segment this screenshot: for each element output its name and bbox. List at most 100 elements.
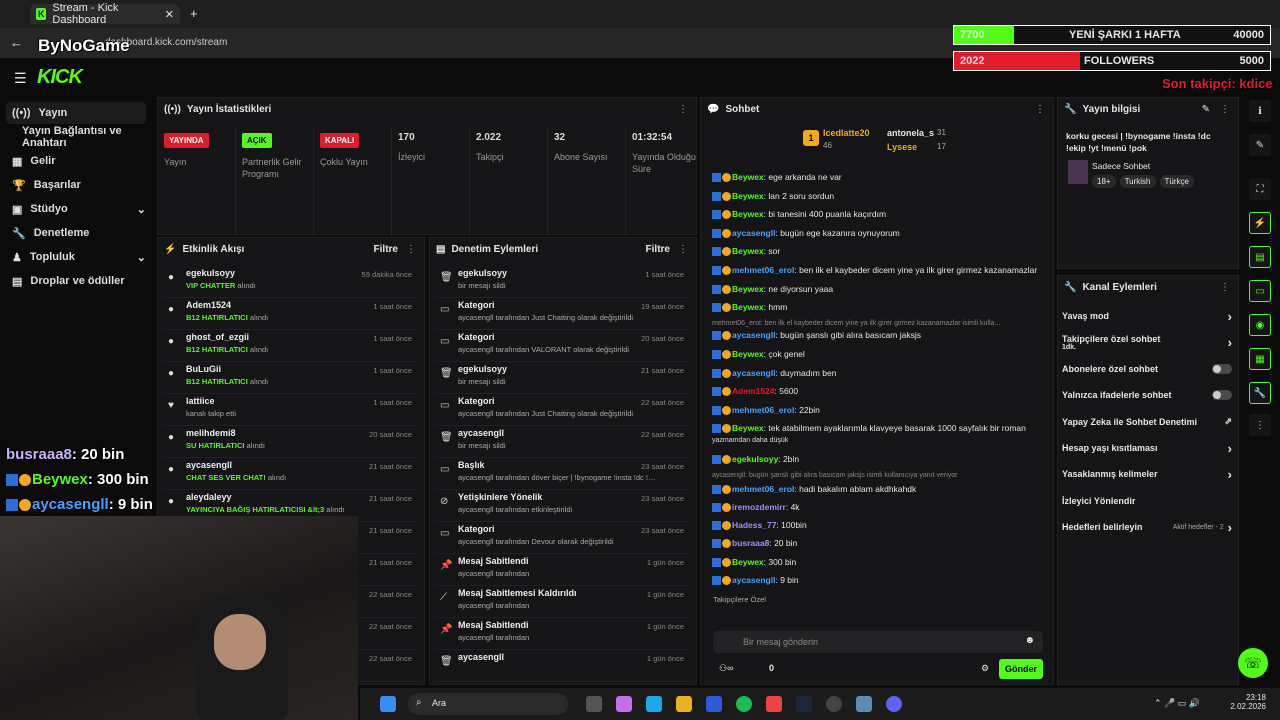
more-rail-icon[interactable]: ⋮ [1249, 414, 1271, 436]
channel-action-row[interactable]: Abonelere özel sohbet [1062, 359, 1232, 379]
chrome-icon[interactable] [766, 696, 782, 712]
focus-icon[interactable]: ⛶ [1249, 178, 1271, 200]
channel-action-row[interactable]: Yalnızca ifadelerle sohbet [1062, 385, 1232, 405]
chat-username[interactable]: Beywex [732, 557, 764, 567]
filter-button[interactable]: Filtre [646, 244, 670, 255]
more-icon[interactable]: ⋮ [1035, 104, 1045, 115]
category-name: Sadece Sohbet [1092, 161, 1151, 171]
sidebar-item-droplar[interactable]: ▤ Droplar ve ödüller [6, 270, 146, 292]
sidebar-item-basarilar[interactable]: 🏆 Başarılar [6, 174, 146, 196]
more-icon[interactable]: ⋮ [678, 244, 688, 255]
chat-username[interactable]: mehmet06_erol [732, 405, 794, 415]
channel-action-row[interactable]: Yapay Zeka ile Sohbet Denetimi ⇗ [1062, 412, 1232, 432]
chat-message: Beywex: lan 2 soru sordun [712, 191, 834, 202]
channel-action-row[interactable]: Hedefleri belirleyin Aktif hedefler - 2 › [1062, 517, 1232, 537]
discord-icon[interactable] [886, 696, 902, 712]
notes-rail-icon[interactable]: ▤ [1249, 246, 1271, 268]
lightning-rail-icon[interactable]: ⚡ [1249, 212, 1271, 234]
panel-title: Kanal Eylemleri [1082, 282, 1157, 293]
chat-username[interactable]: Beywex [732, 284, 764, 294]
chat-username[interactable]: mehmet06_erol [732, 265, 794, 275]
taskbar-search[interactable]: ⌕ Ara [408, 693, 568, 715]
sidebar-item-stream-key[interactable]: Yayın Bağlantısı ve Anahtarı [6, 125, 146, 149]
channel-action-row[interactable]: Takipçilere özel sohbet 1dk. › [1062, 332, 1232, 352]
settings-icon[interactable]: ⚙ [981, 663, 989, 674]
goal-2-label: FOLLOWERS [1084, 55, 1155, 67]
back-icon[interactable]: ← [10, 35, 23, 50]
info-icon[interactable]: ℹ [1249, 100, 1271, 122]
channel-action-row[interactable]: Yasaklanmış kelimeler › [1062, 464, 1232, 484]
more-icon[interactable]: ⋮ [1220, 282, 1230, 293]
chat-username[interactable]: aycasengll [732, 575, 775, 585]
channel-action-row[interactable]: Hesap yaşı kısıtlaması › [1062, 438, 1232, 458]
moderation-rail-icon[interactable]: ▦ [1249, 348, 1271, 370]
sidebar-item-denetleme[interactable]: 🔧 Denetleme [6, 222, 146, 244]
moderation-row: ▭ Başlık aycasengll tarafından döver biçer… [436, 458, 688, 490]
chat-username[interactable]: mehmet06_erol [732, 484, 794, 494]
browser-tab-bar: K Stream - Kick Dashboard ✕ + [0, 0, 1280, 28]
toggle-switch[interactable] [1212, 363, 1232, 374]
wrench-icon: 🔧 [1064, 282, 1077, 293]
chat-username[interactable]: Adem1524 [732, 386, 775, 396]
chat-username[interactable]: Beywex [732, 209, 764, 219]
chat-rail-icon[interactable]: ▭ [1249, 280, 1271, 302]
spotify-icon[interactable] [736, 696, 752, 712]
channel-action-row[interactable]: Yavaş mod › [1062, 306, 1232, 326]
chat-username[interactable]: egekulsoyy [732, 454, 778, 464]
chat-username[interactable]: Beywex [732, 172, 764, 182]
chat-username[interactable]: aycasengll [732, 330, 775, 340]
sidebar-item-yayin[interactable]: ((•)) Yayın [6, 102, 146, 124]
browser-tab[interactable]: K Stream - Kick Dashboard ✕ [30, 2, 180, 26]
chat-message: mehmet06_erol: hadi bakalım ablam akdhka… [712, 484, 916, 495]
revenue-icon: ▦ [12, 155, 23, 168]
close-tab-icon[interactable]: ✕ [165, 8, 174, 21]
chat-username[interactable]: Beywex [732, 349, 764, 359]
wrench-rail-icon[interactable]: 🔧 [1249, 382, 1271, 404]
broadcast-rail-icon[interactable]: ◉ [1249, 314, 1271, 336]
file-explorer-icon[interactable] [676, 696, 692, 712]
send-button[interactable]: Gönder [999, 659, 1043, 679]
activity-row: ● aycasengll CHAT SES VER CHAT! alındı 21 s… [164, 458, 416, 490]
chat-username[interactable]: iremozdemirr [732, 502, 786, 512]
more-icon[interactable]: ⋮ [678, 104, 688, 115]
sidebar-item-topluluk[interactable]: ♟ Topluluk ⌄ [6, 246, 146, 268]
channel-action-row[interactable]: İzleyici Yönlendir [1062, 491, 1232, 511]
edit-icon[interactable]: ✎ [1202, 104, 1210, 115]
windows-start-icon[interactable] [380, 696, 396, 712]
copilot-icon[interactable] [616, 696, 632, 712]
taskview-icon[interactable] [586, 696, 602, 712]
new-tab-button[interactable]: + [190, 6, 198, 21]
network-app-icon[interactable] [856, 696, 872, 712]
more-icon[interactable]: ⋮ [406, 244, 416, 255]
chat-username[interactable]: aycasengll [732, 368, 775, 378]
chat-username[interactable]: aycasengll [732, 228, 775, 238]
chat-username[interactable]: Hadess_77 [732, 520, 776, 530]
kick-logo[interactable]: KICK [37, 66, 83, 89]
chat-username[interactable]: busraaa8 [732, 538, 769, 548]
filter-button[interactable]: Filtre [374, 244, 398, 255]
sub-badge-icon [722, 303, 731, 313]
chat-username[interactable]: Beywex [732, 302, 764, 312]
menu-icon[interactable]: ☰ [14, 70, 27, 87]
chat-message: mehmet06_erol: ben ilk el kaybeder dicem… [712, 265, 1037, 276]
emoji-icon[interactable]: ☻ [1024, 635, 1035, 646]
chat-input[interactable]: Bir mesaj gönderin ☻ [713, 631, 1043, 653]
sub-badge-icon [722, 387, 731, 397]
chat-username[interactable]: Beywex [732, 246, 764, 256]
chat-username[interactable]: Beywex [732, 423, 764, 433]
steam-icon[interactable] [796, 696, 812, 712]
follower-only-note: Takipçilere Özel [713, 595, 766, 604]
support-chat-icon[interactable]: ☏ [1238, 648, 1268, 678]
chat-username[interactable]: Beywex [732, 191, 764, 201]
pencil-icon[interactable]: ✎ [1249, 134, 1271, 156]
clock[interactable]: 23:18 2.02.2026 [1230, 693, 1266, 711]
sidebar-item-studyo[interactable]: ▣ Stüdyo ⌄ [6, 198, 146, 220]
obs-icon[interactable] [826, 696, 842, 712]
toggle-switch[interactable] [1212, 390, 1232, 401]
edge-icon[interactable] [646, 696, 662, 712]
person-icon: ● [168, 336, 175, 347]
mail-icon[interactable] [706, 696, 722, 712]
more-icon[interactable]: ⋮ [1220, 104, 1230, 115]
sidebar-item-gelir[interactable]: ▦ Gelir [6, 150, 146, 172]
tray-icons[interactable]: ⌃ 🎤 ▭ 🔊 [1154, 698, 1200, 709]
